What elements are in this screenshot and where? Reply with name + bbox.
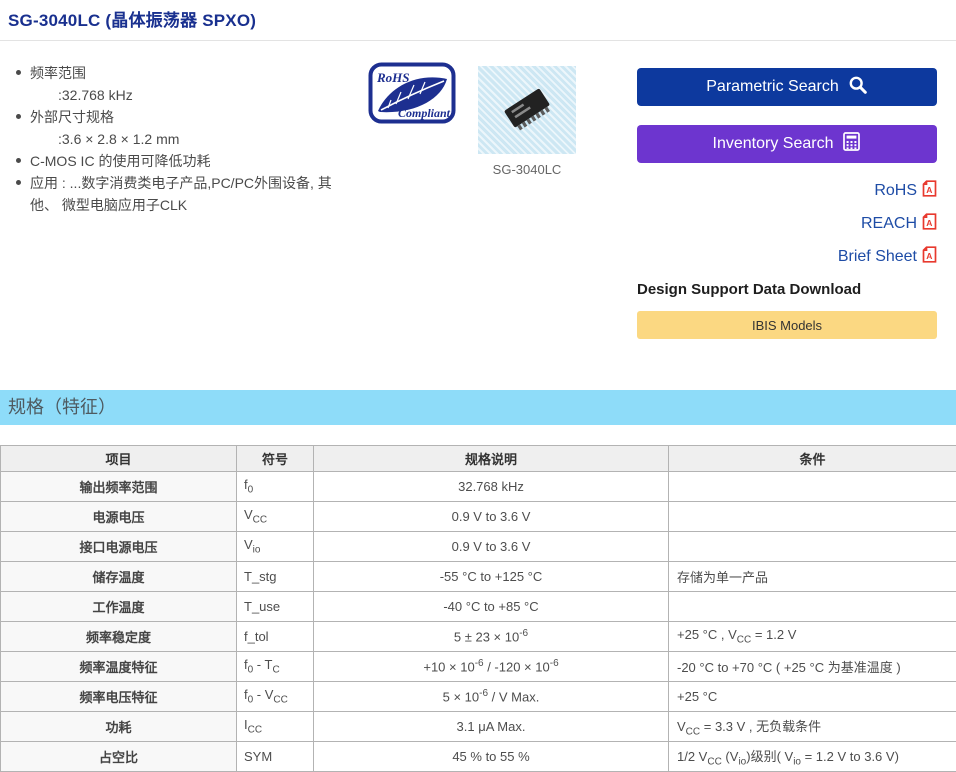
list-item: 应用 : ...数字消费类电子产品,PC/PC外围设备, 其他、 微型电脑应用子… (14, 172, 354, 216)
row-item: 储存温度 (1, 562, 237, 592)
row-item: 频率稳定度 (1, 622, 237, 652)
svg-text:A: A (926, 218, 932, 228)
reach-link-label: REACH (861, 215, 917, 232)
row-condition (669, 532, 956, 562)
table-row: 频率稳定度f_tol5 ± 23 × 10-6+25 °C , VCC = 1.… (1, 622, 956, 652)
table-row: 频率温度特征f0 - TC+10 × 10-6 / -120 × 10-6-20… (1, 652, 956, 682)
row-spec: 5 ± 23 × 10-6 (314, 622, 669, 652)
row-item: 频率温度特征 (1, 652, 237, 682)
row-spec: +10 × 10-6 / -120 × 10-6 (314, 652, 669, 682)
list-item: C-MOS IC 的使用可降低功耗 (14, 150, 354, 172)
row-symbol: Vio (237, 532, 314, 562)
section-header: 规格（特征） (0, 390, 956, 425)
row-item: 频率电压特征 (1, 682, 237, 712)
parametric-search-label: Parametric Search (706, 78, 839, 96)
brief-sheet-pdf-link[interactable]: Brief Sheet A (637, 246, 937, 269)
table-row: 接口电源电压Vio0.9 V to 3.6 V (1, 532, 956, 562)
row-condition (669, 472, 956, 502)
row-item: 输出频率范围 (1, 472, 237, 502)
row-symbol: f_tol (237, 622, 314, 652)
feature-label: 应用 : ...数字消费类电子产品,PC/PC外围设备, 其他、 微型电脑应用子… (30, 175, 332, 213)
parametric-search-button[interactable]: Parametric Search (637, 68, 937, 106)
feature-list: 频率范围 :32.768 kHz 外部尺寸规格 :3.6 × 2.8 × 1.2… (14, 62, 354, 216)
feature-label: C-MOS IC 的使用可降低功耗 (30, 153, 210, 169)
table-header-row: 项目 符号 规格说明 条件 (1, 446, 956, 472)
list-item: 外部尺寸规格 :3.6 × 2.8 × 1.2 mm (14, 106, 354, 150)
rohs-compliant-logo: RoHS Compliant (368, 62, 456, 129)
product-image (478, 66, 576, 154)
table-row: 储存温度T_stg-55 °C to +125 °C存储为单一产品 (1, 562, 956, 592)
row-spec: 45 % to 55 % (314, 742, 669, 772)
spec-table-body: 输出频率范围f032.768 kHz电源电压VCC0.9 V to 3.6 V接… (1, 472, 956, 772)
page-title: SG-3040LC (晶体振荡器 SPXO) (8, 6, 256, 31)
table-row: 频率电压特征f0 - VCC5 × 10-6 / V Max.+25 °C (1, 682, 956, 712)
row-condition (669, 502, 956, 532)
row-condition: 1/2 VCC (Vio)级别( Vio = 1.2 V to 3.6 V) (669, 742, 956, 772)
header-spec: 规格说明 (314, 446, 669, 472)
row-item: 功耗 (1, 712, 237, 742)
row-spec: 32.768 kHz (314, 472, 669, 502)
search-icon (848, 75, 868, 100)
row-condition: +25 °C , VCC = 1.2 V (669, 622, 956, 652)
calculator-icon (842, 132, 861, 156)
table-row: 电源电压VCC0.9 V to 3.6 V (1, 502, 956, 532)
download-heading: Design Support Data Download (637, 281, 861, 298)
list-item: 频率范围 :32.768 kHz (14, 62, 354, 106)
row-condition: +25 °C (669, 682, 956, 712)
row-item: 占空比 (1, 742, 237, 772)
row-item: 电源电压 (1, 502, 237, 532)
feature-value: :3.6 × 2.8 × 1.2 mm (30, 128, 354, 150)
rohs-pdf-link[interactable]: RoHS A (637, 180, 937, 203)
header-condition: 条件 (669, 446, 956, 472)
svg-text:A: A (926, 185, 932, 195)
title-divider (0, 40, 956, 41)
feature-label: 外部尺寸规格 (30, 109, 114, 125)
row-spec: 5 × 10-6 / V Max. (314, 682, 669, 712)
header-symbol: 符号 (237, 446, 314, 472)
header-item: 项目 (1, 446, 237, 472)
row-item: 工作温度 (1, 592, 237, 622)
inventory-search-button[interactable]: Inventory Search (637, 125, 937, 163)
table-row: 占空比SYM45 % to 55 %1/2 VCC (Vio)级别( Vio =… (1, 742, 956, 772)
product-caption: SG-3040LC (478, 162, 576, 177)
row-symbol: T_use (237, 592, 314, 622)
product-overview: SG-3040LC (晶体振荡器 SPXO) 频率范围 :32.768 kHz … (0, 0, 956, 390)
row-symbol: T_stg (237, 562, 314, 592)
row-symbol: f0 (237, 472, 314, 502)
ibis-models-button[interactable]: IBIS Models (637, 311, 937, 339)
row-condition: -20 °C to +70 °C ( +25 °C 为基准温度 ) (669, 652, 956, 682)
row-condition: 存储为单一产品 (669, 562, 956, 592)
spec-table: 项目 符号 规格说明 条件 输出频率范围f032.768 kHz电源电压VCC0… (0, 445, 956, 772)
row-item: 接口电源电压 (1, 532, 237, 562)
feature-value: :32.768 kHz (30, 84, 354, 106)
brief-sheet-link-label: Brief Sheet (838, 248, 917, 265)
inventory-search-label: Inventory Search (713, 135, 834, 153)
row-spec: 3.1 μA Max. (314, 712, 669, 742)
pdf-icon: A (922, 217, 937, 234)
pdf-icon: A (922, 184, 937, 201)
chip-icon (504, 88, 553, 132)
table-row: 输出频率范围f032.768 kHz (1, 472, 956, 502)
spacer (0, 425, 956, 445)
rohs-logo-text: RoHS (376, 70, 410, 85)
row-spec: 0.9 V to 3.6 V (314, 532, 669, 562)
pdf-icon: A (922, 250, 937, 267)
feature-label: 频率范围 (30, 65, 86, 81)
compliant-logo-text: Compliant (398, 106, 451, 120)
rohs-link-label: RoHS (874, 182, 917, 199)
svg-text:A: A (926, 251, 932, 261)
reach-pdf-link[interactable]: REACH A (637, 213, 937, 236)
row-symbol: ICC (237, 712, 314, 742)
row-symbol: f0 - TC (237, 652, 314, 682)
row-symbol: f0 - VCC (237, 682, 314, 712)
row-condition: VCC = 3.3 V , 无负载条件 (669, 712, 956, 742)
row-symbol: SYM (237, 742, 314, 772)
row-spec: -55 °C to +125 °C (314, 562, 669, 592)
table-row: 功耗ICC3.1 μA Max.VCC = 3.3 V , 无负载条件 (1, 712, 956, 742)
row-condition (669, 592, 956, 622)
row-spec: 0.9 V to 3.6 V (314, 502, 669, 532)
table-row: 工作温度T_use-40 °C to +85 °C (1, 592, 956, 622)
row-spec: -40 °C to +85 °C (314, 592, 669, 622)
row-symbol: VCC (237, 502, 314, 532)
